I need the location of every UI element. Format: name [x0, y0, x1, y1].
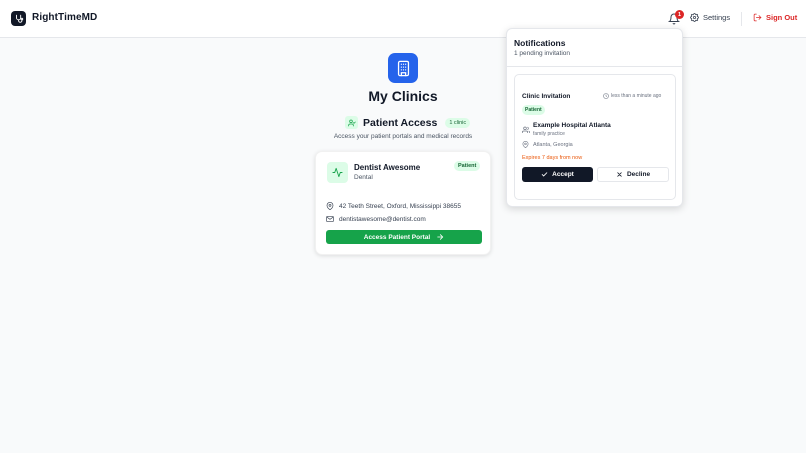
- clinic-type: Dental: [354, 174, 373, 181]
- arrow-right-icon: [437, 234, 444, 240]
- notifications-title: Notifications: [514, 38, 566, 48]
- map-pin-icon: [326, 202, 334, 210]
- map-pin-icon: [522, 141, 529, 148]
- x-icon: [617, 172, 622, 177]
- section-icon-box: [345, 116, 358, 129]
- invitation-hospital-name: Example Hospital Atlanta: [533, 122, 611, 129]
- clinic-card[interactable]: Dentist Awesome Dental Patient 42 Teeth …: [315, 151, 491, 255]
- invitation-hospital-type: family practice: [533, 131, 565, 137]
- patient-access-header: Patient Access 1 clinic: [345, 116, 471, 129]
- accept-button[interactable]: Accept: [522, 167, 593, 182]
- stethoscope-icon: [15, 14, 23, 23]
- invitation-expiry: Expires 7 days from now: [522, 155, 583, 161]
- access-patient-portal-button[interactable]: Access Patient Portal: [326, 230, 482, 244]
- invitation-time-text: less than a minute ago: [611, 93, 662, 99]
- building-icon: [397, 60, 409, 76]
- notifications-subtitle: 1 pending invitation: [514, 50, 571, 57]
- sign-out-button[interactable]: Sign Out: [753, 13, 797, 22]
- notifications-divider: [507, 66, 682, 67]
- section-title: Patient Access: [363, 116, 438, 129]
- accept-label: Accept: [552, 171, 574, 178]
- app-logo[interactable]: [11, 11, 26, 26]
- top-header: RightTimeMD 1 Settings Sign Out: [0, 0, 806, 38]
- sign-out-icon: [753, 13, 762, 22]
- mail-icon: [326, 216, 334, 222]
- clinic-email-row: dentistawesome@dentist.com: [326, 215, 426, 223]
- notifications-panel: Notifications 1 pending invitation Clini…: [506, 28, 683, 207]
- invitation-time: less than a minute ago: [603, 93, 661, 99]
- clinic-role-badge: Patient: [454, 161, 481, 171]
- invitation-location-text: Atlanta, Georgia: [533, 141, 573, 148]
- clinic-address: 42 Teeth Street, Oxford, Mississippi 386…: [339, 202, 461, 210]
- decline-label: Decline: [626, 171, 651, 178]
- clinic-address-row: 42 Teeth Street, Oxford, Mississippi 386…: [326, 202, 461, 210]
- clinic-count-badge: 1 clinic: [445, 117, 471, 128]
- invitation-role-badge: Patient: [522, 105, 545, 115]
- page-title: My Clinics: [368, 88, 438, 104]
- section-subtitle: Access your patient portals and medical …: [333, 133, 473, 140]
- clinic-invitation-card: Clinic Invitation less than a minute ago…: [514, 74, 676, 200]
- clinic-icon-box: [327, 162, 348, 183]
- app-name: RightTimeMD: [32, 12, 98, 23]
- activity-icon: [332, 167, 343, 178]
- clock-icon: [603, 93, 609, 99]
- gear-icon: [690, 13, 699, 22]
- settings-button[interactable]: Settings: [690, 13, 730, 22]
- clinic-email: dentistawesome@dentist.com: [339, 215, 426, 223]
- sign-out-label: Sign Out: [766, 13, 798, 22]
- user-check-icon: [347, 119, 356, 126]
- portal-button-label: Access Patient Portal: [363, 233, 431, 241]
- header-divider: [741, 12, 742, 26]
- notification-count-badge: 1: [675, 10, 684, 19]
- invitation-location: Atlanta, Georgia: [522, 141, 573, 148]
- check-icon: [541, 172, 548, 177]
- clinics-header-icon: [388, 53, 418, 83]
- users-icon: [522, 126, 530, 133]
- decline-button[interactable]: Decline: [597, 167, 669, 182]
- invitation-title: Clinic Invitation: [522, 93, 571, 100]
- clinic-name: Dentist Awesome: [354, 163, 421, 172]
- settings-label: Settings: [703, 13, 731, 22]
- page-footer-area: [0, 350, 806, 453]
